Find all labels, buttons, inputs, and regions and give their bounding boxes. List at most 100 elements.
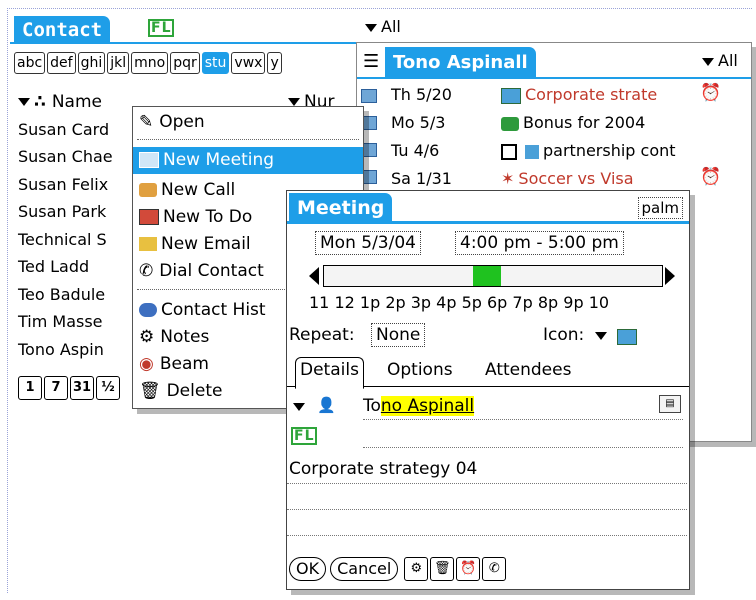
entry-row[interactable]: ✶ Soccer vs Visa [501, 169, 634, 188]
menu-item-notes[interactable]: ⚙ Notes [139, 324, 209, 350]
repeat-field[interactable]: None [371, 323, 426, 347]
timeline-hours: 11 12 1p 2p 3p 4p 5p 6p 7p 8p 9p 10 [309, 293, 610, 312]
view-month-button[interactable]: 31 [70, 376, 94, 400]
open-icon: ✎ [139, 112, 154, 132]
person-icon: 👤 [317, 396, 336, 414]
contact-row[interactable]: Technical S [18, 230, 107, 249]
notes-icon: ⚙ [139, 327, 155, 347]
contact-row[interactable]: Susan Card [18, 120, 109, 139]
list-icon[interactable]: ☰ [363, 51, 379, 72]
sort-dots-icon: ∴ [34, 92, 46, 112]
alpha-tab-stu[interactable]: stu [201, 52, 230, 74]
time-field[interactable]: 4:00 pm - 5:00 pm [455, 231, 624, 255]
attendee-name[interactable]: Tono Aspinall [363, 396, 475, 416]
entry-row[interactable]: Bonus for 2004 [501, 113, 645, 132]
menu-item-label: Notes [160, 327, 210, 347]
name-column-label: Name [51, 92, 102, 112]
attendee-underline [363, 419, 683, 420]
entry-row[interactable]: partnership cont [501, 141, 676, 160]
ok-button[interactable]: OK [289, 557, 327, 581]
todo-checkbox[interactable] [501, 143, 517, 160]
view-week-button[interactable]: 7 [44, 376, 68, 400]
meeting-notes[interactable]: Corporate strategy 04 [289, 459, 477, 479]
chart-icon [501, 87, 521, 104]
notes-icon: ⚙ [410, 561, 423, 576]
delete-button[interactable]: 🗑 [430, 557, 455, 581]
timeline-right-arrow-icon[interactable] [665, 267, 675, 285]
contact-row[interactable]: Teo Badule [18, 285, 105, 304]
alpha-tab-jkl[interactable]: jkl [107, 52, 130, 74]
tab-options[interactable]: Options [387, 360, 453, 380]
contact-card-icon[interactable]: ▤ [659, 395, 681, 413]
fl-category-icon[interactable]: FL [148, 19, 175, 37]
timeline-left-arrow-icon[interactable] [309, 267, 319, 285]
tab-attendees[interactable]: Attendees [485, 360, 571, 380]
alpha-tabs: abc def ghi jkl mno pqr stu vwx y [14, 52, 284, 74]
dial-button[interactable]: ✆ [482, 557, 507, 581]
name-column-header[interactable]: ∴ Name [18, 92, 102, 112]
meeting-title: Meeting [289, 193, 393, 223]
attendee-expand-arrow-icon[interactable] [293, 403, 305, 411]
contact-row[interactable]: Tim Masse [18, 312, 103, 331]
tab-details[interactable]: Details [295, 357, 364, 389]
alpha-tab-def[interactable]: def [47, 52, 76, 74]
menu-item-new-call[interactable]: New Call [139, 177, 235, 203]
todo-icon [139, 209, 159, 225]
meeting-icon [139, 152, 159, 168]
desktop-guide-vertical [7, 8, 8, 593]
chart-icon[interactable] [617, 329, 637, 345]
alpha-tab-yz[interactable]: y [267, 52, 282, 74]
view-day-button[interactable]: 1 [18, 376, 42, 400]
alarm-icon: ⏰ [460, 561, 477, 576]
notes-line [287, 509, 687, 510]
menu-divider [137, 139, 359, 140]
alpha-tab-abc[interactable]: abc [14, 52, 46, 74]
menu-item-new-meeting[interactable]: New Meeting [133, 147, 363, 174]
contact-row[interactable]: Susan Park [18, 202, 106, 221]
menu-item-dial-contact[interactable]: ✆ Dial Contact [139, 258, 264, 284]
dial-icon: ✆ [139, 261, 154, 281]
alpha-tab-mno[interactable]: mno [131, 52, 169, 74]
menu-item-contact-history[interactable]: Contact Hist [139, 297, 266, 323]
contact-row[interactable]: Ted Ladd [18, 257, 89, 276]
alpha-tab-ghi[interactable]: ghi [77, 52, 106, 74]
number-sort-arrow-icon [288, 98, 300, 106]
menu-item-new-email[interactable]: New Email [139, 231, 251, 257]
notes-line [287, 483, 687, 484]
contact-row[interactable]: Susan Felix [18, 175, 108, 194]
entry-date: Tu 4/6 [391, 141, 440, 160]
menu-item-new-todo[interactable]: New To Do [139, 204, 252, 230]
alpha-tab-pqr[interactable]: pqr [170, 52, 200, 74]
menu-item-beam[interactable]: ◉ Beam [139, 351, 209, 377]
note-button[interactable]: ⚙ [404, 557, 429, 581]
timeline-selection[interactable] [473, 266, 501, 286]
contact-category-label: All [381, 17, 401, 36]
entry-row[interactable]: Corporate strate [501, 85, 657, 104]
alarm-icon: ⏰ [700, 167, 722, 187]
dial-icon: ✆ [488, 561, 500, 576]
menu-item-label: Contact Hist [161, 300, 266, 320]
view-half-button[interactable]: ½ [96, 376, 120, 400]
date-field[interactable]: Mon 5/3/04 [315, 231, 421, 255]
meeting-dialog: Meeting palm Mon 5/3/04 4:00 pm - 5:00 p… [286, 190, 690, 590]
tono-category-dropdown[interactable]: All [702, 51, 738, 70]
tono-dropdown-arrow-icon [702, 57, 714, 66]
menu-item-label: New To Do [163, 207, 253, 227]
alpha-tab-vwx[interactable]: vwx [231, 52, 266, 74]
contact-row[interactable]: Susan Chae [18, 147, 113, 166]
contact-category-dropdown[interactable]: All [365, 17, 401, 36]
entry-text: Corporate strate [525, 85, 658, 104]
attendee-name-prefix: To [363, 396, 381, 416]
desktop-guide-horizontal [7, 8, 752, 9]
menu-item-label: Beam [159, 354, 209, 374]
cancel-button[interactable]: Cancel [330, 557, 399, 581]
menu-item-delete[interactable]: 🗑 Delete [139, 378, 222, 404]
alarm-button[interactable]: ⏰ [456, 557, 481, 581]
icon-dropdown-arrow-icon[interactable] [595, 332, 607, 340]
contact-row[interactable]: Tono Aspin [18, 340, 104, 359]
palm-tag[interactable]: palm [637, 197, 683, 219]
menu-item-open[interactable]: ✎ Open [139, 109, 205, 135]
entry-date: Th 5/20 [391, 85, 452, 104]
field-line [363, 447, 683, 448]
fl-category-icon[interactable]: FL [291, 427, 318, 445]
